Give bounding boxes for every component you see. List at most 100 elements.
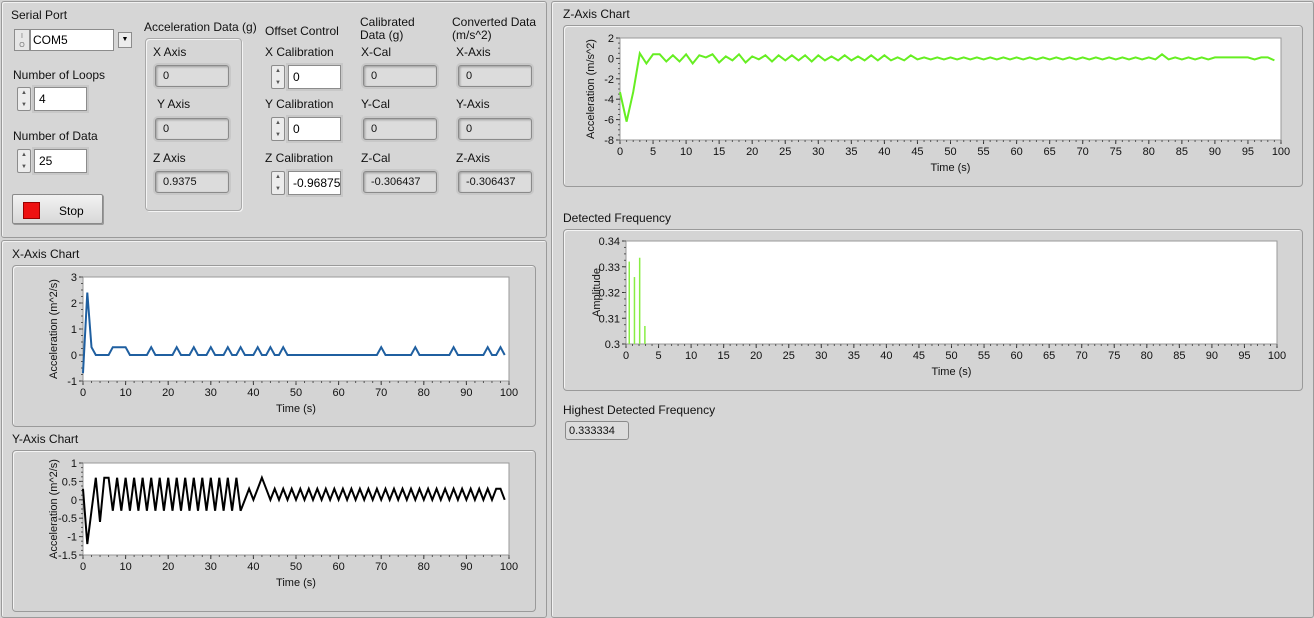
cal-y-value: 0 [363,118,437,140]
stop-button-label: Stop [59,204,84,218]
x-tick-label: 15 [718,350,730,362]
x-calibration-stepper[interactable]: ▲ ▼ 0 [271,65,343,89]
number-of-loops-input[interactable]: 4 [34,87,87,111]
x-tick-label: 100 [1268,350,1286,362]
x-tick-label: 60 [1010,350,1022,362]
x-tick-label: 10 [685,350,697,362]
x-tick-label: 30 [205,387,217,399]
y-tick-label: -8 [604,135,614,147]
y-tick-label: 2 [71,298,77,310]
x-tick-label: 55 [978,350,990,362]
acc-z-label: Z Axis [153,151,186,165]
x-tick-label: 80 [418,561,430,573]
x-tick-label: 40 [247,387,259,399]
x-tick-label: 90 [1209,146,1221,158]
y-calibration-stepper[interactable]: ▲ ▼ 0 [271,117,343,141]
y-tick-label: -1 [67,376,77,388]
calibrated-title: Calibrated Data (g) [360,15,415,42]
y-tick-label: 0.34 [599,236,620,248]
x-chart-frame: 0 10 20 30 40 50 60 70 80 90 100 -1 0 1 2 3 Time (s) Acce… [12,265,536,427]
y-calibration-input[interactable]: 0 [288,117,341,141]
y-tick-label: 3 [71,272,77,284]
x-tick-label: 70 [375,387,387,399]
x-tick-label: 0 [80,561,86,573]
z-calibration-stepper[interactable]: ▲ ▼ -0.96875 [271,171,343,195]
x-tick-label: 100 [1272,146,1290,158]
x-tick-label: 25 [779,146,791,158]
y-axis-label: Acceleration (m^2/s) [48,279,60,379]
xy-charts-panel: X-Axis Chart 0 10 20 30 40 50 60 70 80 90 100 -1 0 1 2… [1,240,547,618]
z-axis-chart: 0 5 10 15 20 25 30 35 40 45 50 55 60 65 70 75 80 85 90 95 10… [585,33,1290,174]
cal-y-label: Y-Cal [361,97,390,111]
x-calibration-input[interactable]: 0 [288,65,341,89]
offset-y-label: Y Calibration [265,97,334,111]
x-tick-label: 85 [1176,146,1188,158]
x-tick-label: 95 [1238,350,1250,362]
x-tick-label: 90 [460,387,472,399]
z-chart-title: Z-Axis Chart [563,7,630,21]
y-chart-title: Y-Axis Chart [12,432,79,446]
x-tick-label: 10 [680,146,692,158]
right-panel: Z-Axis Chart 0 5 10 15 20 25 30 35 40 45 50 55 60 65 7… [551,1,1314,618]
x-tick-label: 0 [623,350,629,362]
number-of-loops-stepper[interactable]: ▲ ▼ 4 [17,87,89,111]
x-tick-label: 15 [713,146,725,158]
x-tick-label: 90 [1206,350,1218,362]
stop-led-icon [23,202,40,219]
number-of-data-stepper[interactable]: ▲ ▼ 25 [17,149,89,173]
y-tick-label: -4 [604,94,614,106]
y-tick-label: -1.5 [58,550,77,562]
stepper-arrows-icon[interactable]: ▲ ▼ [271,171,285,195]
x-axis-label: Time (s) [276,403,316,415]
y-tick-label: -0.5 [58,513,77,525]
y-tick-label: 0 [71,350,77,362]
x-chart-title: X-Axis Chart [12,247,80,261]
number-of-data-input[interactable]: 25 [34,149,87,173]
x-tick-label: 50 [290,561,302,573]
x-tick-label: 50 [944,146,956,158]
x-tick-label: 80 [1143,146,1155,158]
acceleration-title: Acceleration Data (g) [144,20,257,34]
x-tick-label: 55 [977,146,989,158]
x-tick-label: 25 [783,350,795,362]
stepper-arrows-icon[interactable]: ▲ ▼ [271,65,285,89]
x-tick-label: 70 [1076,350,1088,362]
freq-chart-title: Detected Frequency [563,211,672,225]
x-tick-label: 20 [162,561,174,573]
stop-button[interactable]: Stop [12,194,103,224]
z-calibration-input[interactable]: -0.96875 [288,171,341,195]
offset-title: Offset Control [265,24,339,38]
plot-area [619,37,1282,141]
acc-x-label: X Axis [153,45,187,59]
conv-x-value: 0 [458,65,532,87]
controls-panel: Serial Port IO COM5 ▼ Number of Loops ▲ ▼… [1,1,547,238]
highest-frequency-label: Highest Detected Frequency [563,403,716,417]
y-axis-label: Acceleration (m^2/s) [48,459,60,559]
x-tick-label: 5 [650,146,656,158]
freq-chart-frame: 0 5 10 15 20 25 30 35 40 45 50 55 60 65 70 75 80 85 90 95 10… [563,229,1303,391]
serial-port-select[interactable]: IO COM5 ▼ [14,29,132,51]
x-tick-label: 40 [247,561,259,573]
x-tick-label: 70 [375,561,387,573]
y-tick-label: -6 [604,115,614,127]
acc-z-value: 0.9375 [155,171,229,193]
stepper-arrows-icon[interactable]: ▲ ▼ [271,117,285,141]
conv-z-label: Z-Axis [456,151,490,165]
serial-port-value[interactable]: COM5 [30,29,114,51]
acc-y-value: 0 [155,118,229,140]
stepper-arrows-icon[interactable]: ▲ ▼ [17,149,31,173]
visa-io-icon: IO [14,29,30,51]
conv-y-value: 0 [458,118,532,140]
stepper-arrows-icon[interactable]: ▲ ▼ [17,87,31,111]
y-tick-label: 0 [71,495,77,507]
x-tick-label: 70 [1077,146,1089,158]
x-tick-label: 40 [878,146,890,158]
chevron-down-icon[interactable]: ▼ [118,32,132,48]
y-tick-label: 0 [608,53,614,65]
x-tick-label: 75 [1108,350,1120,362]
x-tick-label: 5 [655,350,661,362]
x-axis-label: Time (s) [932,366,972,378]
conv-x-label: X-Axis [456,45,491,59]
x-tick-label: 35 [845,146,857,158]
y-tick-label: -2 [604,74,614,86]
